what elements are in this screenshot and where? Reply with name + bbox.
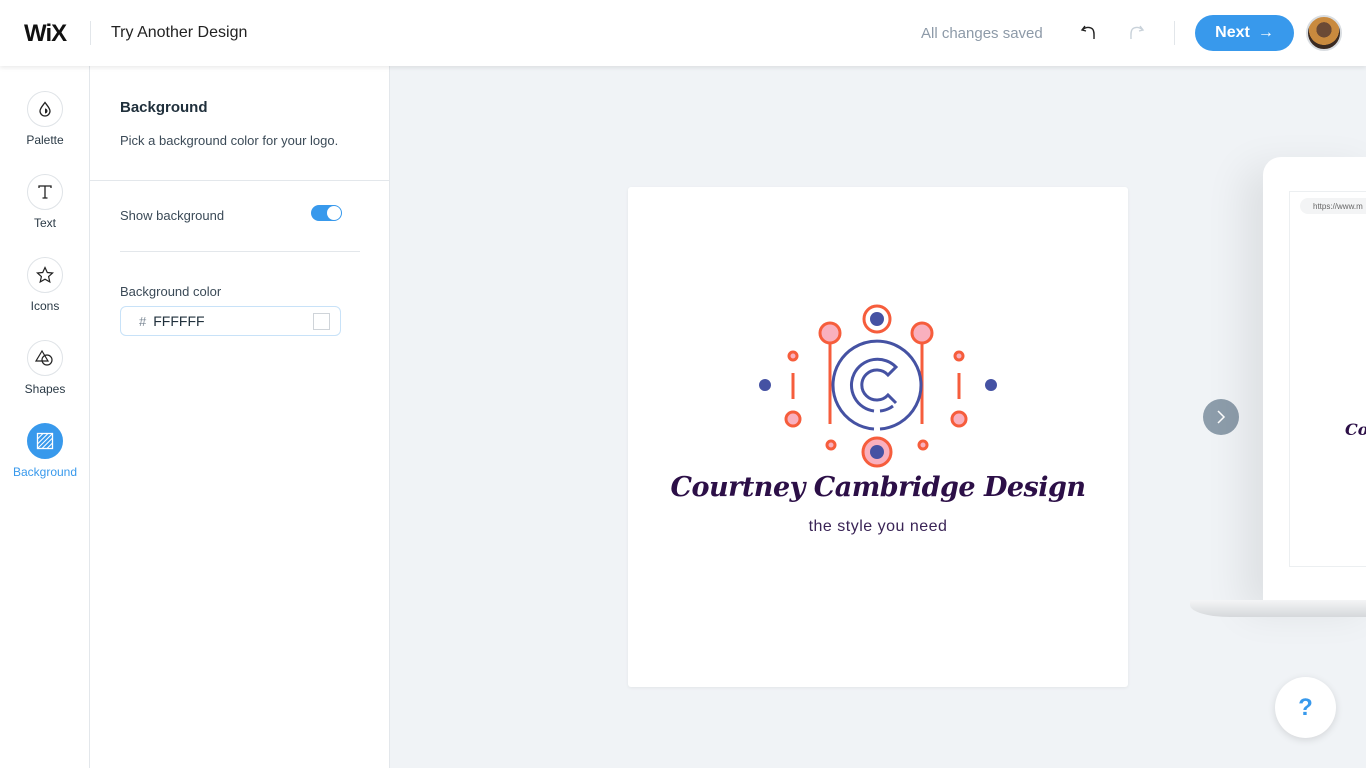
- rail-item-background[interactable]: Background: [0, 423, 90, 479]
- logo-brand-name: Courtney Cambridge Design: [670, 472, 1086, 503]
- rail-item-icons[interactable]: Icons: [0, 257, 90, 313]
- help-button[interactable]: ?: [1275, 677, 1336, 738]
- next-button[interactable]: Next →: [1195, 15, 1294, 51]
- rail-label: Palette: [26, 133, 64, 147]
- top-bar: WiX Try Another Design All changes saved…: [0, 0, 1366, 66]
- redo-icon[interactable]: [1126, 22, 1146, 42]
- hash-symbol: #: [139, 313, 147, 329]
- rail-label: Background: [12, 465, 78, 479]
- page-title: Try Another Design: [111, 24, 248, 41]
- divider: [120, 251, 360, 252]
- color-value: FFFFFF: [153, 313, 205, 329]
- color-swatch[interactable]: [313, 313, 330, 330]
- next-label: Next: [1215, 24, 1250, 41]
- text-icon: [38, 185, 52, 199]
- rail-label: Text: [33, 216, 56, 230]
- logo-emblem-icon: [759, 304, 997, 468]
- background-color-input[interactable]: # FFFFFF: [120, 306, 341, 336]
- panel-title: Background: [120, 99, 208, 116]
- drop-icon: [39, 101, 51, 117]
- undo-icon[interactable]: [1079, 22, 1099, 42]
- wix-logo[interactable]: WiX: [24, 20, 67, 48]
- divider: [90, 21, 91, 45]
- logo-tagline: the style you need: [808, 518, 948, 535]
- laptop-preview: https://www.m Cou: [1263, 157, 1366, 602]
- divider: [90, 180, 390, 181]
- rail-item-text[interactable]: Text: [0, 174, 90, 230]
- save-status: All changes saved: [921, 25, 1043, 42]
- next-design-button[interactable]: [1203, 399, 1239, 435]
- tool-rail: Palette Text Icons Shapes Background: [0, 66, 90, 768]
- chevron-right-icon: [1217, 410, 1226, 424]
- background-panel: Background Pick a background color for y…: [90, 66, 390, 768]
- star-icon: [36, 266, 54, 284]
- show-background-toggle[interactable]: [311, 205, 342, 221]
- background-icon: [36, 432, 54, 450]
- rail-item-palette[interactable]: Palette: [0, 91, 90, 147]
- rail-label: Shapes: [24, 382, 66, 396]
- rail-item-shapes[interactable]: Shapes: [0, 340, 90, 396]
- logo-canvas: Courtney Cambridge Design the style you …: [628, 187, 1128, 687]
- divider: [1174, 21, 1175, 45]
- background-color-label: Background color: [120, 284, 222, 299]
- avatar[interactable]: [1306, 15, 1342, 51]
- panel-description: Pick a background color for your logo.: [120, 133, 339, 148]
- shapes-icon: [35, 349, 53, 366]
- arrow-right-icon: →: [1257, 24, 1274, 41]
- rail-label: Icons: [30, 299, 60, 313]
- preview-screen: https://www.m Cou: [1289, 191, 1366, 567]
- preview-url: https://www.m: [1300, 198, 1366, 214]
- preview-brand: Cou: [1345, 420, 1366, 439]
- laptop-base: [1190, 600, 1366, 617]
- show-background-label: Show background: [120, 208, 225, 223]
